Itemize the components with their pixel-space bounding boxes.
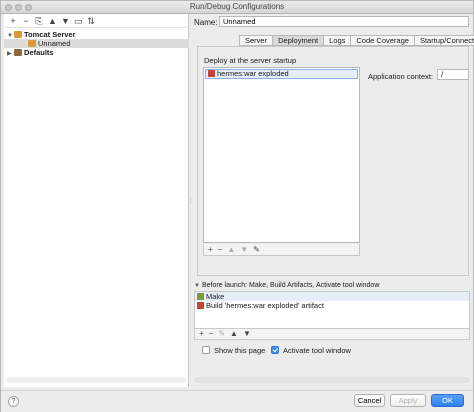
run-debug-configurations-window: Run/Debug Configurations + − ⎘ ▲ ▼ ▭ ⇅ ▼… [0,0,474,412]
splitter-handle-icon[interactable]: ⋮ [188,197,194,204]
artifact-icon [208,70,215,77]
minimize-window-icon[interactable] [15,4,22,11]
horizontal-scrollbar[interactable] [194,377,470,383]
artifact-list-toolbar: + − ▲ ▼ ✎ [203,244,360,256]
name-label: Name: [194,18,218,27]
defaults-icon [14,49,22,56]
ok-button[interactable]: OK [431,394,464,407]
before-launch-list: Make Build 'hermes:war exploded' artifac… [194,291,470,329]
sort-icon[interactable]: ⇅ [87,16,95,26]
remove-icon[interactable]: − [209,329,214,339]
tree-item-label: Unnamed [38,39,71,48]
title-bar: Run/Debug Configurations [1,1,473,14]
remove-icon[interactable]: − [218,245,223,255]
tab-deployment[interactable]: Deployment [272,35,324,46]
move-up-icon[interactable]: ▲ [48,16,57,26]
move-up-icon[interactable]: ▲ [230,329,238,339]
application-context-field[interactable] [437,69,469,80]
application-context-label: Application context: [368,72,434,81]
configurations-toolbar: + − ⎘ ▲ ▼ ▭ ⇅ [4,14,188,28]
add-icon[interactable]: + [9,16,17,26]
help-button[interactable]: ? [8,396,19,407]
close-window-icon[interactable] [5,4,12,11]
tree-item-defaults[interactable]: ▶ Defaults [7,48,189,57]
tree-item-label: Tomcat Server [24,30,76,39]
tab-code-coverage[interactable]: Code Coverage [350,35,414,46]
tab-server[interactable]: Server [239,35,273,46]
artifact-list: hermes:war exploded [203,67,360,243]
move-up-icon[interactable]: ▲ [227,245,235,255]
dialog-footer: ? Cancel Apply OK [1,390,473,412]
list-item[interactable]: Build 'hermes:war exploded' artifact [195,301,469,310]
configurations-panel: + − ⎘ ▲ ▼ ▭ ⇅ ▼ Tomcat Server Unnamed ▶ De… [4,14,189,387]
build-artifact-icon [197,302,204,309]
tab-bar: Server Deployment Logs Code Coverage Sta… [239,35,474,46]
name-field[interactable] [219,16,469,27]
edit-icon[interactable]: ✎ [253,245,260,255]
add-icon[interactable]: + [208,245,213,255]
copy-icon[interactable]: ⎘ [35,16,43,26]
before-launch-label: Before launch: Make, Build Artifacts, Ac… [201,282,380,289]
tab-logs[interactable]: Logs [323,35,351,46]
add-icon[interactable]: + [199,329,204,339]
folder-icon[interactable]: ▭ [74,16,83,26]
activate-tool-window-checkbox[interactable]: Activate tool window [271,346,351,355]
checkbox-checked[interactable] [271,346,279,354]
make-icon [197,293,204,300]
checkbox-label: Show this page [214,346,266,355]
tomcat-icon [14,31,22,38]
zoom-window-icon[interactable] [25,4,32,11]
window-title: Run/Debug Configurations [189,2,285,11]
list-item[interactable]: Make [195,292,469,301]
before-launch-header[interactable]: ▼ Before launch: Make, Build Artifacts, A… [194,282,379,289]
expanded-arrow-icon[interactable]: ▼ [194,283,200,289]
move-down-icon[interactable]: ▼ [243,329,251,339]
apply-button[interactable]: Apply [390,394,426,407]
tree-item-unnamed[interactable]: Unnamed [4,39,189,48]
edit-icon[interactable]: ✎ [218,329,225,339]
artifact-label: hermes:war exploded [217,69,289,78]
cancel-button[interactable]: Cancel [354,394,385,407]
tab-startup-connection[interactable]: Startup/Connectio [413,35,474,46]
deploy-at-startup-label: Deploy at the server startup [204,56,297,65]
move-down-icon[interactable]: ▼ [61,16,70,26]
horizontal-scrollbar[interactable] [6,377,186,383]
collapsed-arrow-icon[interactable]: ▶ [7,50,14,59]
show-this-page-checkbox[interactable]: Show this page [202,346,265,355]
move-down-icon[interactable]: ▼ [240,245,248,255]
artifact-item[interactable]: hermes:war exploded [205,69,358,79]
tomcat-icon [28,40,36,47]
task-label: Build 'hermes:war exploded' artifact [206,301,324,310]
tree-item-tomcat-server[interactable]: ▼ Tomcat Server [7,30,189,39]
before-launch-toolbar: + − ✎ ▲ ▼ [194,329,470,340]
task-label: Make [206,292,225,301]
remove-icon[interactable]: − [22,16,30,26]
checkbox-unchecked[interactable] [202,346,210,354]
checkbox-label: Activate tool window [283,346,351,355]
tree-item-label: Defaults [24,48,54,57]
